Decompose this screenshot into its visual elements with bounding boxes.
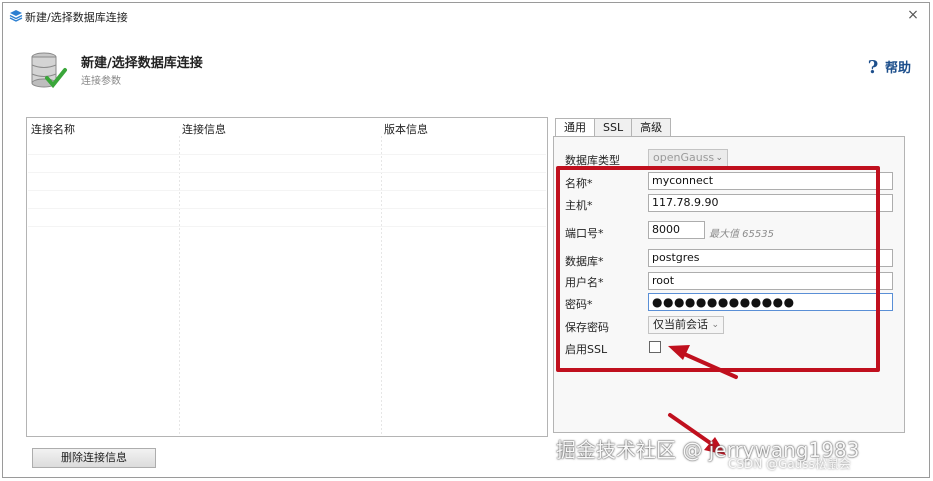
column-header-name[interactable]: 连接名称 [31, 121, 75, 137]
db-type-value: openGauss [653, 151, 715, 164]
help-label: 帮助 [884, 61, 911, 76]
help-question-icon: ? [868, 58, 879, 76]
help-button[interactable]: ? 帮助 [865, 57, 911, 77]
tab-ssl[interactable]: SSL [594, 118, 633, 137]
port-input[interactable]: 8000 [648, 221, 705, 239]
database-label: 数据库* [565, 255, 604, 268]
tab-general[interactable]: 通用 [555, 118, 595, 138]
name-input[interactable]: myconnect [648, 172, 893, 190]
dialog-header: 新建/选择数据库连接 连接参数 ? 帮助 [3, 30, 929, 102]
app-layers-icon [9, 10, 23, 22]
close-icon[interactable]: × [905, 7, 921, 23]
database-input[interactable]: postgres [648, 249, 893, 267]
password-label: 密码* [565, 298, 593, 311]
window-title: 新建/选择数据库连接 [25, 11, 128, 24]
table-row [28, 208, 546, 209]
db-type-label: 数据库类型 [565, 154, 620, 167]
save-password-label: 保存密码 [565, 321, 609, 334]
port-label: 端口号* [565, 227, 604, 240]
column-divider [381, 136, 382, 436]
page-title: 新建/选择数据库连接 [81, 56, 203, 71]
name-label: 名称* [565, 177, 593, 190]
enable-ssl-label: 启用SSL [565, 343, 608, 356]
page-subtitle: 连接参数 [81, 76, 121, 87]
watermark-sub: CSDN @Gauss松鼠会 [728, 457, 851, 471]
table-row [28, 226, 546, 227]
table-row [28, 190, 546, 191]
password-input[interactable]: ●●●●●●●●●●●●● [648, 293, 893, 311]
username-label: 用户名* [565, 276, 604, 289]
svg-text:?: ? [868, 58, 879, 76]
port-max-hint: 最大值 65535 [709, 229, 774, 240]
table-row [28, 172, 546, 173]
database-check-icon [31, 52, 67, 89]
tab-advanced[interactable]: 高级 [631, 118, 672, 137]
db-type-select: openGauss ⌄ [648, 149, 728, 167]
table-row [28, 154, 546, 155]
save-password-select[interactable]: 仅当前会话 ⌄ [648, 316, 724, 334]
column-divider [179, 136, 180, 436]
host-input[interactable]: 117.78.9.90 [648, 194, 893, 212]
username-input[interactable]: root [648, 272, 893, 290]
enable-ssl-checkbox[interactable] [649, 341, 661, 353]
settings-tabs: 通用 SSL 高级 [555, 118, 672, 138]
connection-list[interactable]: 连接名称 连接信息 版本信息 [26, 117, 548, 437]
save-password-value: 仅当前会话 [653, 318, 708, 331]
host-label: 主机* [565, 199, 593, 212]
column-header-version[interactable]: 版本信息 [384, 121, 428, 137]
column-header-info[interactable]: 连接信息 [182, 121, 226, 137]
chevron-down-icon: ⌄ [711, 320, 719, 330]
title-bar: 新建/选择数据库连接 × [3, 3, 929, 29]
chevron-down-icon: ⌄ [715, 153, 723, 163]
delete-connection-button[interactable]: 删除连接信息 [32, 448, 156, 468]
